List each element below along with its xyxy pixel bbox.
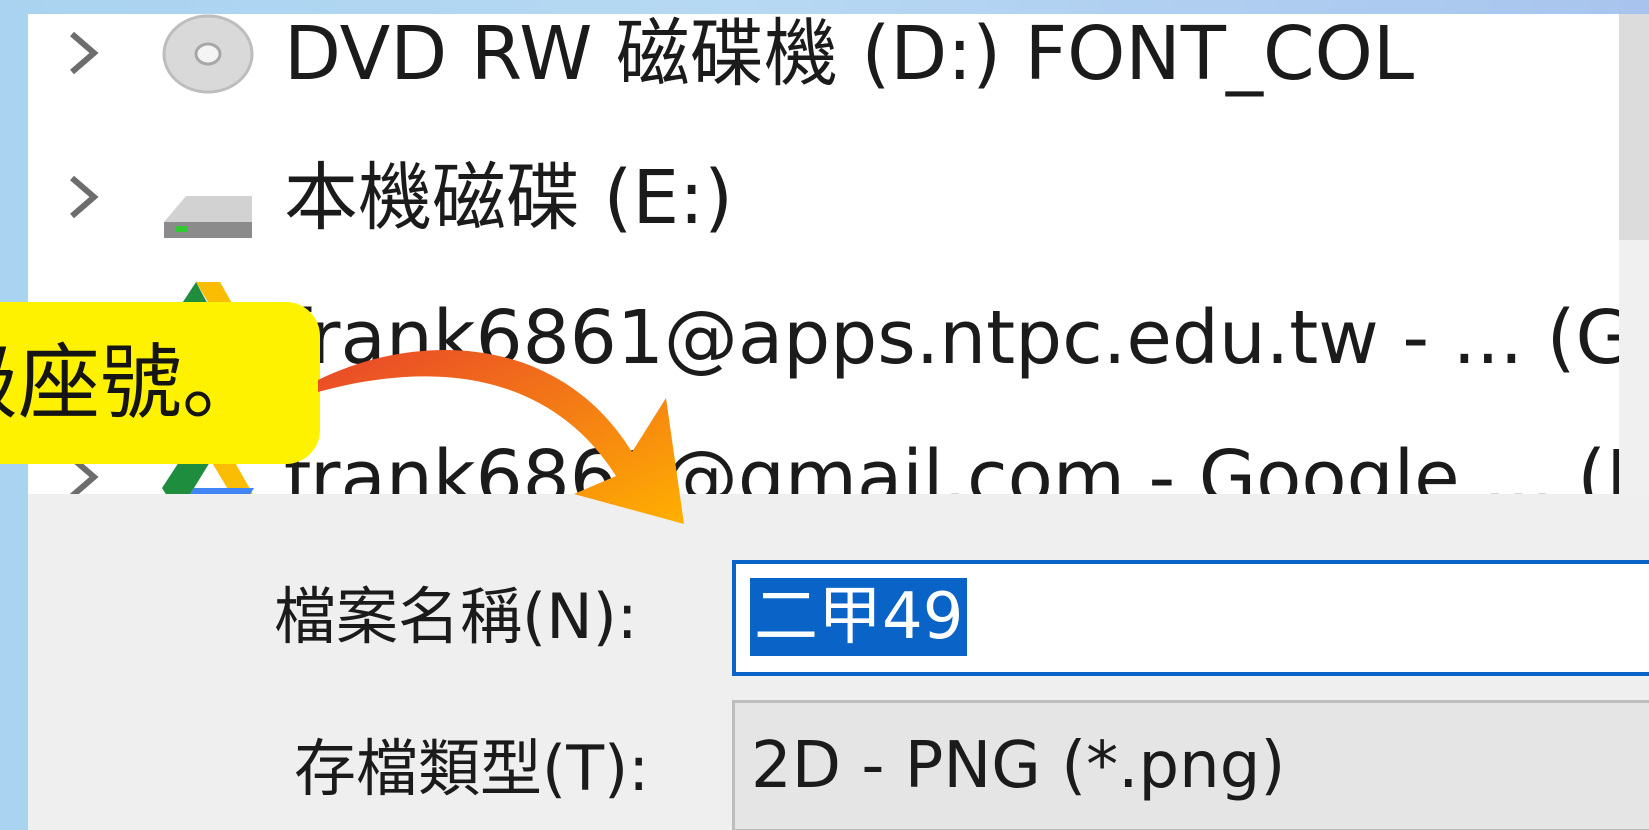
filetype-select[interactable]: 2D - PNG (*.png) — [732, 700, 1649, 830]
tree-item-label: frank6861@gmail.com - Google ... (H:) — [284, 435, 1619, 494]
filetype-selected-value[interactable]: 2D - PNG (*.png) — [751, 727, 1285, 805]
callout-text: 級座號。 — [0, 336, 264, 431]
scrollbar-thumb[interactable] — [1619, 14, 1649, 240]
filename-label: 檔案名稱(N): — [274, 580, 638, 653]
vertical-scrollbar[interactable] — [1619, 14, 1649, 494]
dvd-drive-icon — [162, 14, 254, 94]
tree-item-label: 本機磁碟 (E:) — [284, 155, 733, 241]
filename-selected-text[interactable]: 二甲49 — [750, 578, 968, 656]
filetype-label: 存檔類型(T): — [294, 732, 650, 805]
chevron-right-icon[interactable] — [62, 172, 102, 222]
instruction-callout: 級座號。 — [0, 302, 320, 464]
file-options-panel: 檔案名稱(N): 二甲49 存檔類型(T): 2D - PNG (*.png) — [28, 494, 1649, 830]
tree-item-local-disk-e[interactable]: 本機磁碟 (E:) — [28, 124, 1619, 264]
chevron-right-icon[interactable] — [62, 28, 102, 78]
tree-item-label: frank6861@apps.ntpc.edu.tw - ... (G:) — [284, 295, 1619, 381]
hard-drive-icon — [164, 196, 252, 238]
filename-input[interactable]: 二甲49 — [732, 560, 1649, 676]
tree-item-label: DVD RW 磁碟機 (D:) FONT_COL — [284, 14, 1415, 97]
tree-item-dvd[interactable]: DVD RW 磁碟機 (D:) FONT_COL — [28, 14, 1619, 120]
